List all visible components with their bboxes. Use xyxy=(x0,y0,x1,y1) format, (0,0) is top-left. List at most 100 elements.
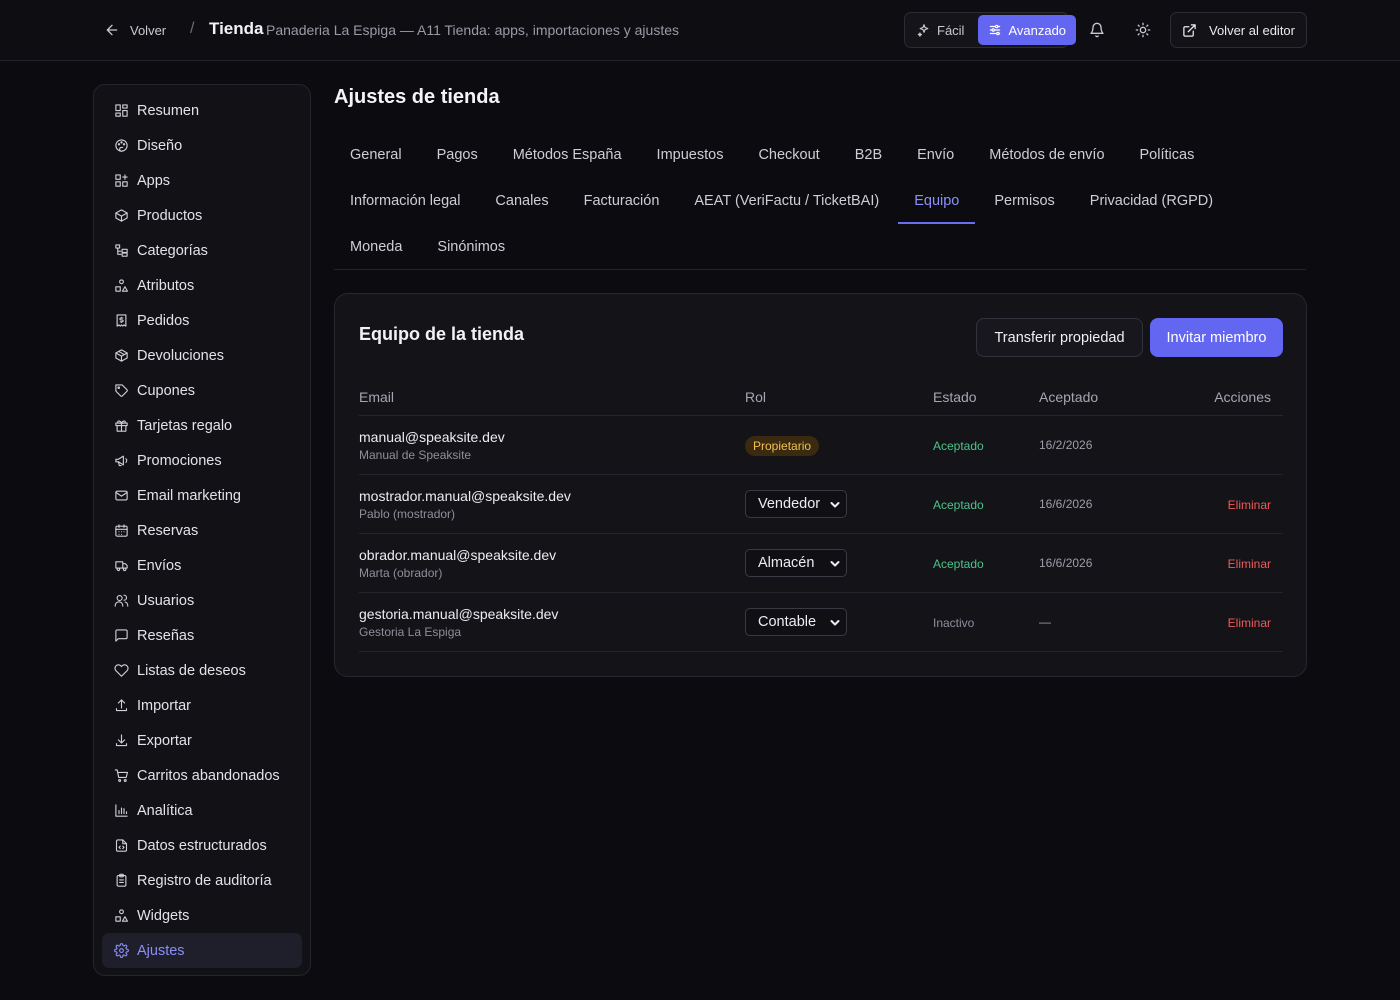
remove-member-link[interactable]: Eliminar xyxy=(1228,498,1271,512)
table-row: mostrador.manual@speaksite.dev Pablo (mos… xyxy=(359,475,1283,534)
sidebar-item-cart[interactable]: Carritos abandonados xyxy=(102,758,302,793)
back-button[interactable]: Volver xyxy=(104,19,166,41)
tab-item[interactable]: Pagos xyxy=(421,132,494,178)
table-body: manual@speaksite.dev Manual de Speaksite P… xyxy=(359,416,1283,652)
member-name: Gestoria La Espiga xyxy=(359,625,462,639)
sidebar-item-category-tree[interactable]: Categorías xyxy=(102,233,302,268)
tab-item[interactable]: B2B xyxy=(839,132,898,178)
sidebar-item-gear[interactable]: Ajustes xyxy=(102,933,302,968)
sidebar-item-box[interactable]: Productos xyxy=(102,198,302,233)
member-name: Marta (obrador) xyxy=(359,566,443,580)
member-email: mostrador.manual@speaksite.dev xyxy=(359,488,571,504)
mode-advanced-button[interactable]: Avanzado xyxy=(978,15,1077,45)
sidebar-item-file-code[interactable]: Datos estructurados xyxy=(102,828,302,863)
sidebar-item-label: Listas de deseos xyxy=(137,662,246,679)
sidebar-item-label: Importar xyxy=(137,697,191,714)
tab-item[interactable]: Información legal xyxy=(334,178,476,224)
sidebar-item-message[interactable]: Reseñas xyxy=(102,618,302,653)
tab-item[interactable]: Canales xyxy=(479,178,564,224)
settings-tabs: General Pagos Métodos España Impuestos Check… xyxy=(334,132,1306,270)
mode-advanced-label: Avanzado xyxy=(1008,22,1067,38)
sidebar-item-tag[interactable]: Cupones xyxy=(102,373,302,408)
megaphone-icon xyxy=(115,455,128,467)
sidebar-item-widgets[interactable]: Widgets xyxy=(102,898,302,933)
heart-icon xyxy=(114,664,129,677)
role-select-value: Almacén xyxy=(758,555,815,571)
sidebar-item-label: Envíos xyxy=(137,557,182,574)
sidebar-item-shapes[interactable]: Atributos xyxy=(102,268,302,303)
calendar-icon xyxy=(115,524,128,537)
sidebar-item-label: Widgets xyxy=(137,907,190,924)
member-accepted-date: — xyxy=(1039,615,1051,629)
sidebar-item-box-return[interactable]: Devoluciones xyxy=(102,338,302,373)
tab-item[interactable]: Sinónimos xyxy=(421,224,521,270)
mail-icon xyxy=(115,490,128,501)
sidebar-item-apps[interactable]: Apps xyxy=(102,163,302,198)
tab-item[interactable]: General xyxy=(334,132,418,178)
sidebar-item-truck[interactable]: Envíos xyxy=(102,548,302,583)
tab-item[interactable]: Moneda xyxy=(334,224,418,270)
cart-icon xyxy=(114,769,128,782)
mode-easy-label: Fácil xyxy=(937,22,965,38)
tabs-row-3: Moneda Sinónimos xyxy=(334,224,524,270)
member-identity: manual@speaksite.dev Manual de Speaksite xyxy=(359,429,505,462)
sidebar-item-label: Reservas xyxy=(137,522,199,539)
tab-item[interactable]: Facturación xyxy=(568,178,676,224)
external-link-icon xyxy=(1183,23,1196,37)
sidebar-item-download[interactable]: Exportar xyxy=(102,723,302,758)
sidebar-item-receipt[interactable]: Pedidos xyxy=(102,303,302,338)
remove-member-link[interactable]: Eliminar xyxy=(1228,616,1271,630)
breadcrumb-subtitle: Panaderia La Espiga — A11 Tienda: apps, … xyxy=(266,22,679,38)
sidebar-item-bar-chart[interactable]: Analítica xyxy=(102,793,302,828)
notifications-button[interactable] xyxy=(1085,18,1109,42)
sidebar-item-mail[interactable]: Email marketing xyxy=(102,478,302,513)
download-icon xyxy=(115,734,128,747)
sidebar-item-label: Ajustes xyxy=(137,942,185,959)
sidebar-item-calendar[interactable]: Reservas xyxy=(102,513,302,548)
member-accepted-date: 16/6/2026 xyxy=(1039,556,1093,570)
sidebar-item-label: Diseño xyxy=(137,137,183,154)
tab-item[interactable]: AEAT (VeriFactu / TicketBAI) xyxy=(678,178,895,224)
tab-item[interactable]: Métodos de envío xyxy=(973,132,1120,178)
table-header: Email Rol Estado Aceptado Acciones xyxy=(359,379,1283,416)
sidebar-item-megaphone[interactable]: Promociones xyxy=(102,443,302,478)
palette-icon xyxy=(115,139,128,152)
tab-item[interactable]: Impuestos xyxy=(641,132,740,178)
tab-item[interactable]: Equipo xyxy=(898,178,976,224)
sidebar-item-palette[interactable]: Diseño xyxy=(102,128,302,163)
sidebar-item-clipboard[interactable]: Registro de auditoría xyxy=(102,863,302,898)
mode-easy-button[interactable]: Fácil xyxy=(907,15,974,45)
chevron-down-icon xyxy=(830,561,840,567)
sidebar-item-label: Cupones xyxy=(137,382,196,399)
tab-item[interactable]: Métodos España xyxy=(497,132,638,178)
role-select[interactable]: Almacén xyxy=(745,549,847,577)
chevron-down-icon xyxy=(830,620,840,626)
sidebar-item-dashboard[interactable]: Resumen xyxy=(102,93,302,128)
role-select[interactable]: Vendedor xyxy=(745,490,847,518)
back-to-editor-button[interactable]: Volver al editor xyxy=(1170,12,1307,48)
role-select[interactable]: Contable xyxy=(745,608,847,636)
sidebar-item-users[interactable]: Usuarios xyxy=(102,583,302,618)
tab-item[interactable]: Permisos xyxy=(978,178,1070,224)
remove-member-link[interactable]: Eliminar xyxy=(1228,557,1271,571)
theme-toggle-button[interactable] xyxy=(1131,18,1155,42)
sidebar: Resumen Diseño Apps Productos Categorías Atri… xyxy=(93,84,311,976)
sidebar-item-heart[interactable]: Listas de deseos xyxy=(102,653,302,688)
sidebar-item-upload[interactable]: Importar xyxy=(102,688,302,723)
tab-item[interactable]: Políticas xyxy=(1124,132,1211,178)
transfer-ownership-button[interactable]: Transferir propiedad xyxy=(976,318,1143,357)
sidebar-item-gift[interactable]: Tarjetas regalo xyxy=(102,408,302,443)
tab-item[interactable]: Checkout xyxy=(742,132,835,178)
tab-item[interactable]: Privacidad (RGPD) xyxy=(1074,178,1229,224)
invite-member-button[interactable]: Invitar miembro xyxy=(1150,318,1283,357)
widgets-icon xyxy=(115,909,128,922)
member-identity: gestoria.manual@speaksite.dev Gestoria La… xyxy=(359,606,558,639)
member-name: Pablo (mostrador) xyxy=(359,507,456,521)
tab-item[interactable]: Envío xyxy=(901,132,970,178)
team-table: Email Rol Estado Aceptado Acciones manua… xyxy=(359,379,1283,652)
column-actions: Acciones xyxy=(1214,389,1271,405)
member-name: Manual de Speaksite xyxy=(359,448,472,462)
upload-icon xyxy=(115,699,128,712)
sidebar-item-label: Categorías xyxy=(137,242,208,259)
sidebar-item-label: Devoluciones xyxy=(137,347,225,364)
